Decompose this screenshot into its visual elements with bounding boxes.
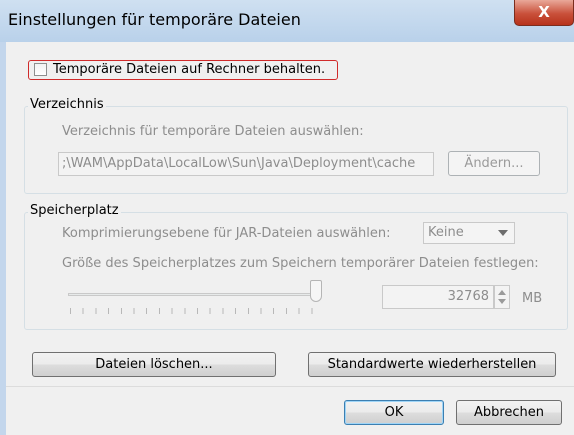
dialog-client-area: Temporäre Dateien auf Rechner behalten. … [6, 42, 574, 435]
storage-slider-thumb[interactable] [310, 280, 322, 302]
directory-prompt: Verzeichnis für temporäre Dateien auswäh… [62, 124, 364, 139]
spin-down-icon[interactable] [498, 299, 506, 304]
keep-temp-files-option[interactable]: Temporäre Dateien auf Rechner behalten. [28, 60, 338, 80]
storage-group-title: Speicherplatz [28, 203, 121, 218]
storage-size-spinner[interactable] [494, 285, 510, 309]
directory-group-title: Verzeichnis [28, 97, 106, 112]
chevron-down-icon [498, 230, 508, 236]
compression-prompt: Komprimierungsebene für JAR-Dateien ausw… [62, 226, 391, 241]
title-bar: Einstellungen für temporäre Dateien X [0, 0, 574, 42]
directory-path-field[interactable]: ;\WAM\AppData\LocalLow\Sun\Java\Deployme… [58, 152, 434, 176]
close-icon: X [538, 3, 550, 21]
change-directory-button[interactable]: Ändern... [448, 151, 540, 176]
directory-group [24, 106, 568, 194]
restore-defaults-button[interactable]: Standardwerte wiederherstellen [308, 352, 556, 377]
spin-up-icon[interactable] [498, 290, 506, 295]
delete-files-button[interactable]: Dateien löschen... [32, 352, 276, 377]
keep-temp-files-checkbox[interactable] [34, 63, 47, 76]
storage-slider-ticks [70, 308, 324, 314]
compression-value: Keine [428, 225, 464, 240]
close-button[interactable]: X [514, 0, 574, 26]
footer-divider [6, 386, 574, 387]
ok-button[interactable]: OK [344, 400, 444, 425]
storage-slider-track[interactable] [68, 293, 312, 296]
compression-select[interactable]: Keine [423, 222, 515, 244]
storage-size-unit: MB [522, 291, 543, 306]
window-title: Einstellungen für temporäre Dateien [8, 10, 301, 29]
keep-temp-files-label: Temporäre Dateien auf Rechner behalten. [53, 62, 326, 77]
storage-size-field[interactable]: 32768 [382, 285, 494, 309]
storage-size-prompt: Größe des Speicherplatzes zum Speichern … [62, 256, 539, 271]
cancel-button[interactable]: Abbrechen [456, 400, 562, 425]
